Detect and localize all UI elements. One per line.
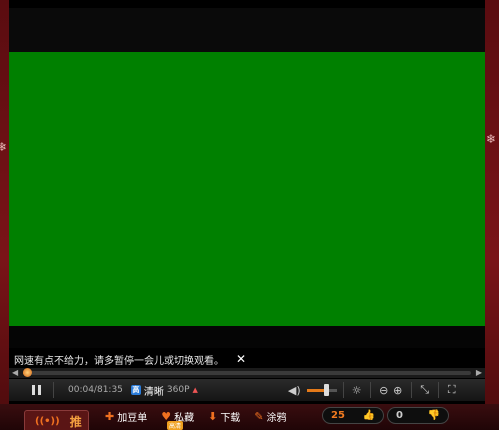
divider	[53, 382, 54, 398]
snowflake-icon: ❄	[0, 140, 8, 154]
plus-icon: ✚	[105, 409, 115, 423]
thumbs-up-icon: 👍	[362, 410, 375, 421]
add-to-list-button[interactable]: ✚ 加豆单	[105, 409, 147, 424]
pause-icon	[31, 385, 35, 395]
brightness-icon[interactable]: ☼	[350, 384, 364, 397]
promo-tab[interactable]: ((•)) 推	[24, 410, 89, 430]
fullscreen-icon[interactable]: ⛶	[445, 383, 459, 397]
download-label: 下载	[220, 412, 241, 424]
expand-diagonal-icon[interactable]: ⤡	[418, 383, 432, 397]
seek-forward-arrow-icon[interactable]: ▶	[476, 368, 482, 378]
video-letterbox-bottom	[9, 326, 485, 348]
divider	[410, 382, 412, 398]
pause-button[interactable]	[25, 382, 47, 398]
like-button[interactable]: 25 👍	[322, 407, 384, 424]
time-display: 00:04/81:35	[68, 385, 123, 395]
divider	[437, 382, 439, 398]
seek-track[interactable]	[23, 368, 471, 377]
close-notice-button[interactable]: ✕	[234, 352, 248, 366]
dislike-count: 0	[396, 410, 403, 421]
volume-control: ◀)	[288, 383, 337, 397]
speaker-icon[interactable]: ◀)	[288, 384, 301, 397]
snowflake-icon: ❄	[486, 132, 497, 146]
doodle-label: 涂鸦	[266, 412, 287, 424]
seek-handle[interactable]	[23, 368, 33, 377]
volume-handle[interactable]	[324, 383, 330, 396]
right-decorative-frame: ❄	[485, 0, 499, 430]
dislike-button[interactable]: 0 👎	[387, 407, 449, 424]
left-decorative-frame: ❄	[0, 0, 9, 430]
action-links: ✚ 加豆单 ♥ 私藏 ⬇ 下载 ✎ 涂鸦 高清	[105, 405, 287, 430]
like-count: 25	[331, 410, 345, 421]
quality-selector[interactable]: 高 清晰 360P ▲	[130, 383, 198, 398]
seek-bar[interactable]: ◀ ▶	[9, 368, 485, 378]
doodle-button[interactable]: ✎ 涂鸦	[254, 409, 286, 424]
divider	[342, 382, 344, 398]
thumbs-down-icon: 👎	[427, 410, 440, 421]
video-letterbox-top	[9, 8, 485, 52]
add-to-list-label: 加豆单	[117, 412, 148, 424]
download-button[interactable]: ⬇ 下载	[208, 409, 240, 424]
doodle-icon: ✎	[254, 409, 264, 423]
hd-badge: 高清	[167, 421, 184, 430]
video-player: 网速有点不给力，请多暂停一会儿或切换观看。 ✕ ◀ ▶ 00:04/81:35 …	[9, 0, 485, 404]
broadcast-icon: ((•))	[35, 415, 60, 427]
zoom-in-icon[interactable]: ⊕	[391, 384, 405, 397]
promo-label: 推	[69, 414, 82, 429]
zoom-out-icon[interactable]: ⊖	[377, 384, 391, 397]
download-icon: ⬇	[208, 409, 218, 423]
quality-label: 清晰	[143, 386, 164, 398]
video-area[interactable]	[9, 52, 485, 326]
caret-up-icon: ▲	[192, 386, 198, 394]
quality-icon: 高	[130, 385, 141, 395]
divider	[369, 382, 371, 398]
seek-back-arrow-icon[interactable]: ◀	[12, 368, 18, 378]
volume-slider[interactable]	[306, 383, 337, 396]
notice-text: 网速有点不给力，请多暂停一会儿或切换观看。	[14, 355, 224, 367]
buffering-notice: 网速有点不给力，请多暂停一会儿或切换观看。 ✕	[14, 352, 248, 367]
control-bar: 00:04/81:35 高 清晰 360P ▲ ◀) ☼ ⊖ ⊕ ⤡ ⛶	[9, 379, 485, 401]
quality-resolution: 360P	[166, 385, 190, 395]
